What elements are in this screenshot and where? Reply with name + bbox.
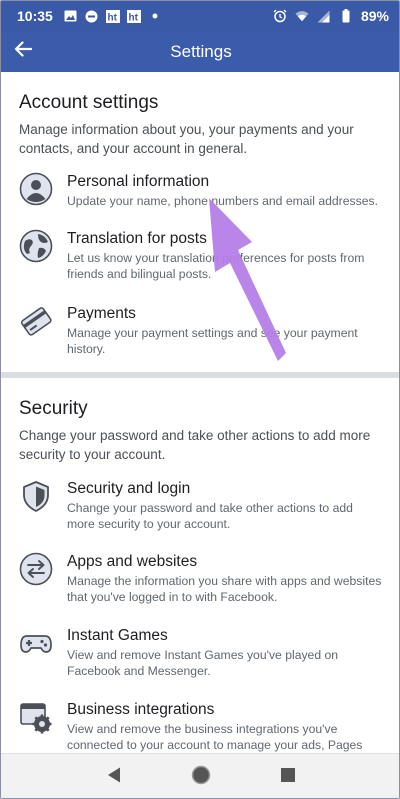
section-description-account-settings: Manage information about you, your payme… [19,122,354,156]
settings-item-title: Apps and websites [67,553,198,570]
app-bar: Settings [1,31,399,72]
ht-app-icon: ht [105,9,120,23]
settings-item-security-and-login[interactable]: Security and login Change your password … [19,479,383,532]
battery-icon [339,9,353,23]
settings-item-apps-and-websites[interactable]: Apps and websites Manage the information… [19,552,383,605]
settings-item-subtitle: Update your name, phone numbers and emai… [67,194,378,208]
arrow-left-icon [14,40,33,62]
system-nav-bar [1,753,399,798]
settings-item-subtitle: Change your password and take other acti… [67,501,353,531]
section-title-account-settings: Account settings [19,92,159,113]
settings-item-subtitle: Manage the information you share with ap… [67,574,382,604]
svg-text:ht: ht [107,12,117,23]
gamepad-icon [19,626,53,660]
settings-item-title: Business integrations [67,701,215,718]
status-time: 10:35 [17,8,53,24]
settings-item-title: Payments [67,305,136,322]
settings-item-title: Instant Games [67,627,168,644]
globe-icon [19,229,53,263]
settings-item-translation-for-posts[interactable]: Translation for posts Let us know your t… [19,229,383,282]
blocked-icon [85,9,99,23]
signal-icon [317,9,331,23]
svg-text:ht: ht [128,12,138,23]
settings-item-title: Security and login [67,480,191,497]
settings-item-subtitle: View and remove the business integration… [67,722,363,752]
swap-icon [19,552,53,586]
recents-square-icon [280,767,296,788]
image-icon [64,9,78,23]
dot-icon [148,9,162,23]
page-title: Settings [170,41,232,61]
phone-screen: 10:35 ht ht 89% Settings Account setting… [0,0,400,799]
settings-item-business-integrations[interactable]: Business integrations View and remove th… [19,700,383,753]
nav-recents-button[interactable] [273,762,303,792]
settings-list[interactable]: Account settings Manage information abou… [1,72,399,753]
nav-back-button[interactable] [99,762,129,792]
account-settings-section: Account settings Manage information abou… [1,92,399,357]
section-title-security: Security [19,398,88,419]
ht-app-icon: ht [126,9,141,23]
business-gear-icon [19,700,53,734]
section-description-security: Change your password and take other acti… [19,428,371,462]
settings-item-subtitle: View and remove Instant Games you've pla… [67,648,339,678]
settings-item-subtitle: Manage your payment settings and see you… [67,326,358,356]
home-circle-icon [191,765,211,790]
settings-item-title: Translation for posts [67,230,207,247]
alarm-icon [273,9,287,23]
card-icon [19,304,53,338]
settings-item-payments[interactable]: Payments Manage your payment settings an… [19,304,383,357]
status-bar: 10:35 ht ht 89% [1,1,399,31]
back-button[interactable] [9,37,37,65]
settings-item-personal-information[interactable]: Personal information Update your name, p… [19,172,383,209]
settings-item-instant-games[interactable]: Instant Games View and remove Instant Ga… [19,626,383,679]
nav-home-button[interactable] [186,762,216,792]
back-triangle-icon [106,766,122,789]
personal-info-icon [19,172,53,206]
settings-item-title: Personal information [67,173,210,190]
wifi-icon [295,9,309,23]
shield-icon [19,479,53,513]
battery-percent: 89% [360,8,389,24]
security-section: Security Change your password and take o… [1,378,399,753]
settings-item-subtitle: Let us know your translation preferences… [67,251,365,281]
